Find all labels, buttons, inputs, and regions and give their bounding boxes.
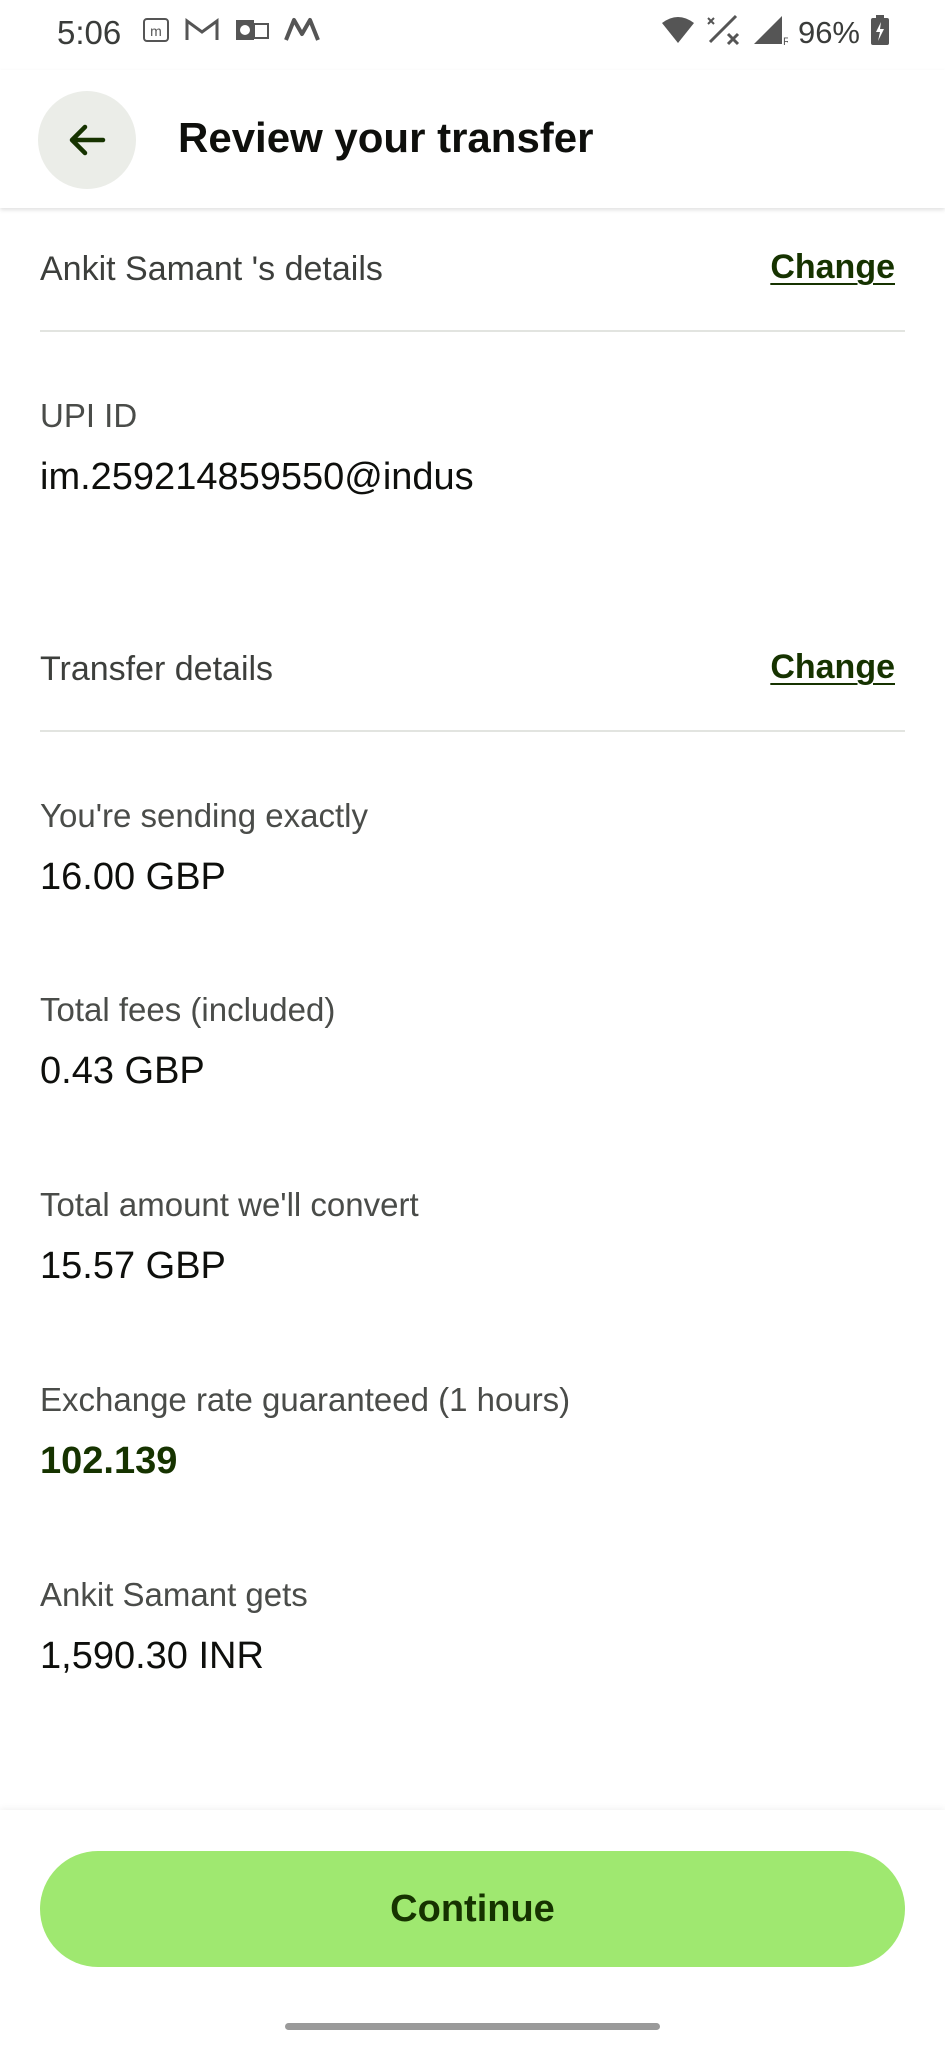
- battery-percent: 96%: [797, 14, 860, 50]
- divider: [40, 330, 905, 332]
- status-bar: 5:06 m R 96%: [0, 0, 945, 70]
- total-fees-value: 0.43 GBP: [40, 1050, 205, 1092]
- svg-text:R: R: [783, 36, 788, 46]
- sending-amount-value: 16.00 GBP: [40, 856, 226, 898]
- recipient-section-label: Ankit Samant 's details: [40, 250, 383, 288]
- sending-amount-label: You're sending exactly: [40, 797, 368, 834]
- change-transfer-link[interactable]: Change: [770, 648, 895, 687]
- footer: Continue: [0, 1810, 945, 2048]
- signal-x-icon: [706, 14, 742, 51]
- continue-button[interactable]: Continue: [40, 1851, 905, 1967]
- system-icons: R 96%: [660, 14, 890, 51]
- app-header: Review your transfer: [0, 70, 945, 208]
- recipient-gets-label: Ankit Samant gets: [40, 1576, 308, 1613]
- svg-text:m: m: [150, 23, 162, 39]
- gmail-icon: [184, 16, 220, 49]
- outlook-icon: [234, 16, 270, 49]
- back-button[interactable]: [38, 91, 136, 189]
- total-fees-label: Total fees (included): [40, 991, 336, 1028]
- battery-charging-icon: [870, 14, 890, 51]
- recipient-section-header: Ankit Samant 's details Change: [40, 242, 905, 302]
- change-recipient-link[interactable]: Change: [770, 248, 895, 287]
- signal-r-icon: R: [752, 14, 791, 51]
- upi-id-label: UPI ID: [40, 397, 138, 434]
- wifi-icon: [660, 15, 696, 50]
- arrow-left-icon: [69, 124, 106, 156]
- exchange-rate-label: Exchange rate guaranteed (1 hours): [40, 1381, 571, 1418]
- convert-amount-value: 15.57 GBP: [40, 1245, 226, 1287]
- notification-icons: m: [142, 16, 320, 49]
- convert-amount-label: Total amount we'll convert: [40, 1186, 419, 1223]
- m-app-icon: m: [142, 16, 170, 49]
- divider: [40, 730, 905, 732]
- page-title: Review your transfer: [178, 114, 594, 161]
- exchange-rate-value: 102.139: [40, 1440, 178, 1482]
- home-indicator[interactable]: [285, 2023, 660, 2030]
- recipient-gets-value: 1,590.30 INR: [40, 1635, 264, 1677]
- status-time: 5:06: [57, 14, 122, 51]
- upi-id-value: im.259214859550@indus: [40, 456, 474, 498]
- transfer-section-header: Transfer details Change: [40, 642, 905, 702]
- myntra-icon: [284, 16, 320, 49]
- transfer-section-label: Transfer details: [40, 650, 274, 688]
